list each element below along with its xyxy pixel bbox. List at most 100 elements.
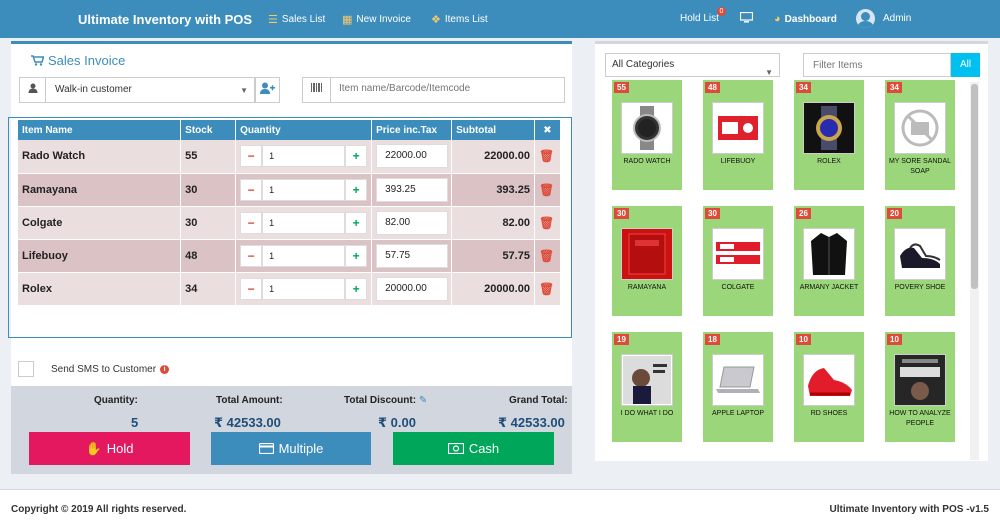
- product-card[interactable]: 34 ROLEX: [794, 80, 864, 190]
- hand-icon: ✋: [85, 440, 102, 456]
- product-card[interactable]: 18 APPLE LAPTOP: [703, 332, 773, 442]
- col-quantity[interactable]: Quantity: [235, 120, 373, 140]
- cash-button[interactable]: Cash: [393, 432, 554, 465]
- increase-button[interactable]: +: [345, 244, 368, 267]
- book-icon: [621, 354, 673, 406]
- product-card[interactable]: 55 RADO WATCH: [612, 80, 682, 190]
- quantity-input[interactable]: 1: [262, 145, 346, 168]
- product-name: ROLEX: [817, 158, 841, 165]
- item-name: Rado Watch: [18, 140, 182, 174]
- quantity-stepper: −1 +: [240, 178, 369, 201]
- price-input[interactable]: 393.25: [376, 177, 449, 202]
- decrease-button[interactable]: −: [240, 277, 263, 300]
- shoe-icon: [803, 354, 855, 406]
- sms-checkbox[interactable]: [18, 361, 34, 377]
- item-stock: 55: [180, 140, 237, 174]
- product-card[interactable]: 20 POVERY SHOE: [885, 206, 955, 316]
- product-card[interactable]: 10 HOW TO ANALYZE PEOPLE: [885, 332, 955, 442]
- category-select[interactable]: All Categories ▼: [605, 53, 780, 77]
- col-item-name[interactable]: Item Name: [18, 120, 182, 140]
- jacket-icon: [803, 228, 855, 280]
- item-stock: 30: [180, 173, 237, 207]
- sms-option: Send SMS to Customer i: [18, 361, 170, 377]
- trash-icon[interactable]: 🗑: [539, 249, 554, 263]
- product-name: RD SHOES: [810, 410, 848, 417]
- col-price[interactable]: Price inc.Tax: [371, 120, 453, 140]
- trash-icon[interactable]: 🗑: [539, 216, 554, 230]
- increase-button[interactable]: +: [345, 277, 368, 300]
- nav-dashboard[interactable]: ◕ Dashboard: [774, 13, 837, 25]
- app-brand[interactable]: Ultimate Inventory with POS: [78, 12, 252, 27]
- nav-hold-list[interactable]: Hold List: [680, 13, 719, 24]
- quantity-input[interactable]: 1: [262, 277, 346, 300]
- nav-screen[interactable]: [740, 12, 753, 23]
- info-icon[interactable]: i: [160, 364, 170, 374]
- col-subtotal[interactable]: Subtotal: [451, 120, 535, 140]
- multiple-payment-button[interactable]: Multiple: [211, 432, 371, 465]
- stock-badge: 30: [705, 208, 720, 219]
- quantity-input[interactable]: 1: [262, 178, 346, 201]
- table-row: Rolex 34 −1 + 20000.00 20000.00 🗑: [18, 272, 562, 306]
- product-name: COLGATE: [721, 284, 755, 291]
- table-row: Colgate 30 −1 + 82.00 82.00 🗑: [18, 206, 562, 240]
- stock-badge: 18: [705, 334, 720, 345]
- trash-icon[interactable]: 🗑: [539, 183, 554, 197]
- customer-select[interactable]: Walk-in customer ▼: [19, 77, 255, 103]
- quantity-stepper: −1 +: [240, 211, 369, 234]
- all-button[interactable]: All: [951, 53, 980, 77]
- user-avatar[interactable]: [856, 9, 875, 28]
- invoice-items-area: Item Name Stock Quantity Price inc.Tax S…: [8, 117, 572, 338]
- product-card[interactable]: 48 LIFEBUOY: [703, 80, 773, 190]
- top-navbar: Ultimate Inventory with POS ☰ Sales List…: [0, 0, 1000, 38]
- product-name: LIFEBUOY: [720, 158, 756, 165]
- product-name: POVERY SHOE: [894, 284, 946, 291]
- table-row: Lifebuoy 48 −1 + 57.75 57.75 🗑: [18, 239, 562, 273]
- decrease-button[interactable]: −: [240, 145, 263, 168]
- decrease-button[interactable]: −: [240, 244, 263, 267]
- price-input[interactable]: 20000.00: [376, 276, 449, 301]
- col-stock[interactable]: Stock: [180, 120, 237, 140]
- stock-badge: 48: [705, 82, 720, 93]
- product-card[interactable]: 30 COLGATE: [703, 206, 773, 316]
- item-name: Ramayana: [18, 173, 182, 207]
- product-name: RAMAYANA: [627, 284, 667, 291]
- price-input[interactable]: 22000.00: [376, 144, 449, 169]
- quantity-input[interactable]: 1: [262, 244, 346, 267]
- product-card[interactable]: 34 MY SORE SANDAL SOAP: [885, 80, 955, 190]
- price-input[interactable]: 82.00: [376, 210, 449, 235]
- shopping-cart-icon: [31, 55, 44, 66]
- item-name: Colgate: [18, 206, 182, 240]
- grand-total-label: Grand Total:: [509, 395, 568, 406]
- decrease-button[interactable]: −: [240, 178, 263, 201]
- price-input[interactable]: 57.75: [376, 243, 449, 268]
- increase-button[interactable]: +: [345, 145, 368, 168]
- stock-badge: 26: [796, 208, 811, 219]
- hold-button[interactable]: ✋ Hold: [29, 432, 190, 465]
- nav-items-list[interactable]: ❖ Items List: [431, 13, 488, 26]
- increase-button[interactable]: +: [345, 178, 368, 201]
- product-card[interactable]: 26 ARMANY JACKET: [794, 206, 864, 316]
- edit-icon[interactable]: ✎: [419, 395, 427, 406]
- trash-icon[interactable]: 🗑: [539, 282, 554, 296]
- trash-icon[interactable]: 🗑: [539, 149, 554, 163]
- filter-input[interactable]: [804, 54, 944, 76]
- product-card[interactable]: 19 I DO WHAT I DO: [612, 332, 682, 442]
- table-row: Ramayana 30 −1 + 393.25 393.25 🗑: [18, 173, 562, 207]
- stock-badge: 34: [796, 82, 811, 93]
- chevron-down-icon: ▼: [240, 86, 248, 95]
- product-card[interactable]: 30 RAMAYANA: [612, 206, 682, 316]
- add-customer-button[interactable]: [255, 77, 280, 103]
- barcode-input[interactable]: [339, 83, 559, 94]
- nav-sales-list[interactable]: ☰ Sales List: [268, 13, 325, 26]
- nav-new-invoice[interactable]: ▦ New Invoice: [342, 13, 411, 26]
- decrease-button[interactable]: −: [240, 211, 263, 234]
- quantity-input[interactable]: 1: [262, 211, 346, 234]
- version-text: Ultimate Inventory with POS -v1.5: [829, 504, 989, 515]
- increase-button[interactable]: +: [345, 211, 368, 234]
- item-subtotal: 22000.00: [451, 140, 535, 174]
- nav-user[interactable]: Admin: [883, 13, 911, 24]
- product-card[interactable]: 10 RD SHOES: [794, 332, 864, 442]
- item-stock: 48: [180, 239, 237, 273]
- scrollbar-thumb[interactable]: [971, 84, 978, 289]
- scrollbar[interactable]: [970, 82, 979, 460]
